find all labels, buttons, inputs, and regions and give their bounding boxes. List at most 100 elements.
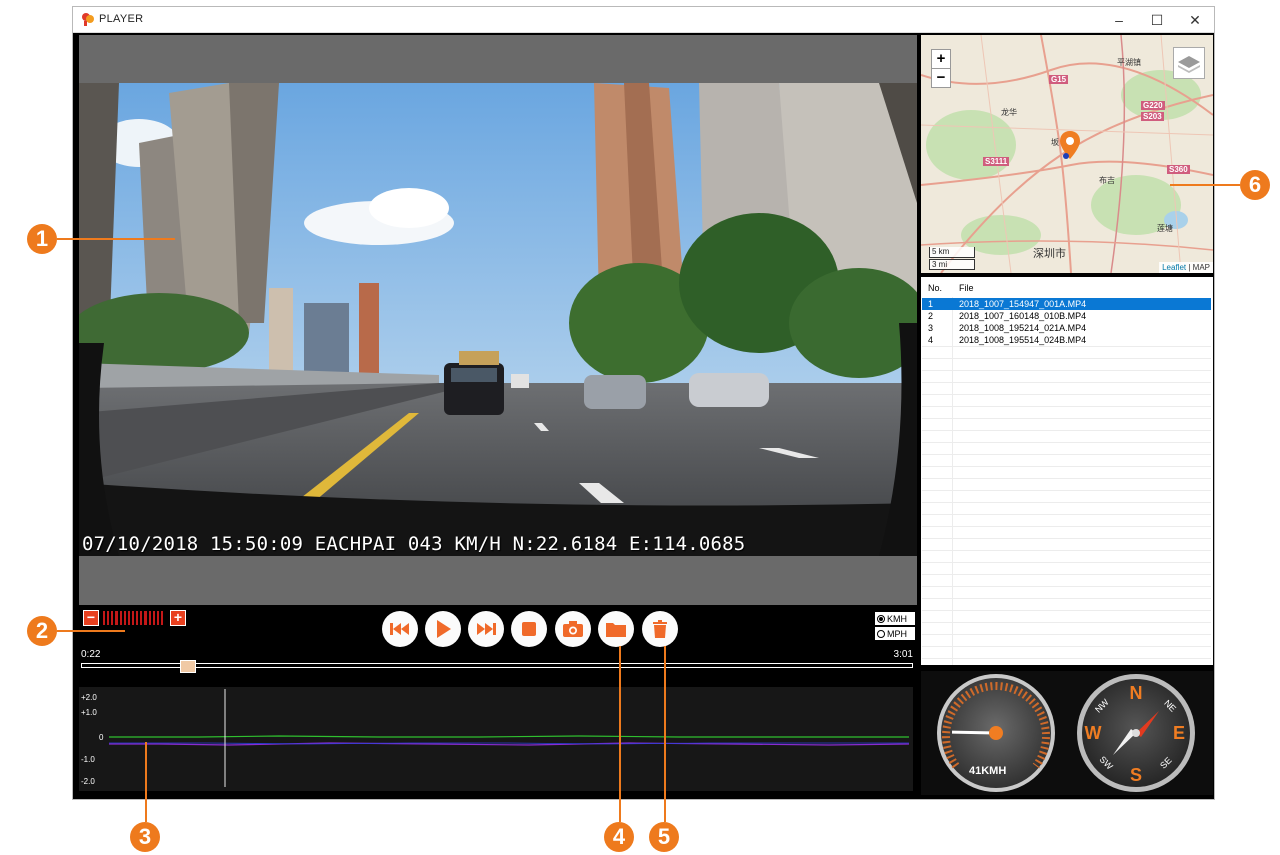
file-list-gridline [922, 574, 1211, 575]
callout-4-leader [619, 646, 621, 822]
compass-e: E [1173, 723, 1185, 743]
mph-radio[interactable] [877, 629, 885, 638]
camera-icon [563, 621, 583, 637]
callout-4: 4 [604, 822, 634, 852]
column-header-file[interactable]: File [959, 283, 974, 293]
volume-down-button[interactable]: − [83, 610, 99, 626]
callout-6: 6 [1240, 170, 1270, 200]
map-layers-button[interactable] [1173, 47, 1205, 79]
gsensor-series-x [109, 735, 909, 738]
seek-bar[interactable] [81, 660, 913, 673]
map-attribution-text: MAP [1192, 263, 1210, 272]
unit-mph-option[interactable]: MPH [875, 627, 915, 640]
volume-slider[interactable] [103, 611, 164, 625]
unit-kmh-label: KMH [887, 613, 907, 624]
compass-n: N [1130, 683, 1143, 703]
file-list-gridline [922, 538, 1211, 539]
file-list-gridline [922, 382, 1211, 383]
callout-2: 2 [27, 616, 57, 646]
file-list-gridline [922, 394, 1211, 395]
file-list-gridline [922, 658, 1211, 659]
video-timestamp-overlay: 07/10/2018 15:50:09 EACHPAI 043 KM/H N:2… [82, 533, 746, 555]
unit-mph-label: MPH [887, 628, 907, 639]
stop-icon [522, 622, 536, 636]
close-button[interactable]: ✕ [1176, 7, 1214, 33]
stop-button[interactable] [511, 611, 547, 647]
map-place-label: 龙华 [1001, 108, 1017, 117]
file-row-no: 2 [928, 311, 934, 321]
file-list-gridline [922, 646, 1211, 647]
map-zoom-in-button[interactable]: + [931, 49, 951, 69]
next-button[interactable] [468, 611, 504, 647]
map-road-tag: G220 [1141, 101, 1165, 110]
playback-controls: − + KMH MPH 0:22 3:01 [79, 605, 917, 675]
kmh-radio[interactable] [877, 614, 885, 623]
seek-thumb[interactable] [179, 660, 196, 673]
file-list-gridline [922, 418, 1211, 419]
map-scale-mi: 3 mi [929, 259, 975, 270]
map-scale-km: 5 km [929, 247, 975, 258]
volume-up-button[interactable]: + [170, 610, 186, 626]
current-time: 0:22 [81, 649, 101, 660]
unit-kmh-option[interactable]: KMH [875, 612, 915, 625]
map-place-label: 坂 [1051, 138, 1059, 147]
file-list-gridline [922, 466, 1211, 467]
previous-button[interactable] [382, 611, 418, 647]
file-row-no: 4 [928, 335, 934, 345]
location-marker-icon[interactable] [1059, 131, 1081, 161]
file-list-gridline [922, 478, 1211, 479]
gauge-panel: 41KMH N E S W NE SE SW NW [921, 671, 1213, 795]
file-row-name: 2018_1007_160148_010B.MP4 [959, 311, 1087, 321]
map-road-tag: G15 [1049, 75, 1069, 84]
file-list-gridline [922, 358, 1211, 359]
file-row[interactable]: 2 2018_1007_160148_010B.MP4 [922, 310, 1211, 322]
player-window: PLAYER – ☐ ✕ 07/10/2018 15:50:09 EACHPAI… [72, 6, 1215, 800]
file-row[interactable]: 4 2018_1008_195514_024B.MP4 [922, 334, 1211, 346]
callout-5: 5 [649, 822, 679, 852]
gps-map[interactable]: G15 G220 S203 S3111 S360 平湖镇 龙华 坂 布吉 莲塘 … [921, 35, 1213, 273]
gsensor-series-z [109, 742, 909, 745]
callout-6-leader [1170, 184, 1240, 186]
file-row-name: 2018_1008_195214_021A.MP4 [959, 323, 1087, 333]
compass-w: W [1085, 723, 1102, 743]
maximize-button[interactable]: ☐ [1138, 7, 1176, 33]
file-list-gridline [922, 634, 1211, 635]
callout-5-leader [664, 646, 666, 822]
minimize-button[interactable]: – [1100, 7, 1138, 33]
map-zoom-out-button[interactable]: − [931, 68, 951, 88]
video-panel[interactable]: 07/10/2018 15:50:09 EACHPAI 043 KM/H N:2… [79, 35, 917, 605]
file-row[interactable]: 1 2018_1007_154947_001A.MP4 [922, 298, 1211, 310]
gsensor-graph[interactable]: +2.0 +1.0 0 -1.0 -2.0 [79, 687, 913, 791]
folder-icon [606, 623, 626, 637]
file-list-header: No. File [921, 277, 1213, 297]
total-time: 3:01 [893, 649, 913, 660]
map-place-label: 平湖镇 [1117, 58, 1141, 67]
file-list-gridline [922, 346, 1211, 347]
file-list-gridline [922, 586, 1211, 587]
skip-next-icon [477, 623, 496, 635]
file-list[interactable]: No. File 1 2018_1007_154947_001A.MP4 2 2… [921, 277, 1213, 665]
map-road-tag: S3111 [983, 157, 1010, 166]
map-place-label: 布吉 [1099, 176, 1115, 185]
dashcam-video-image [79, 83, 917, 556]
file-list-gridline [922, 454, 1211, 455]
play-button[interactable] [425, 611, 461, 647]
skip-previous-icon [390, 623, 409, 635]
file-row-no: 3 [928, 323, 934, 333]
map-road-tag: S203 [1141, 112, 1164, 121]
delete-button[interactable] [642, 611, 678, 647]
file-list-gridline [922, 514, 1211, 515]
file-row[interactable]: 3 2018_1008_195214_021A.MP4 [922, 322, 1211, 334]
file-list-gridline [922, 562, 1211, 563]
snapshot-button[interactable] [555, 611, 591, 647]
column-header-no[interactable]: No. [928, 283, 942, 293]
open-folder-button[interactable] [598, 611, 634, 647]
video-frame[interactable]: 07/10/2018 15:50:09 EACHPAI 043 KM/H N:2… [79, 83, 917, 556]
file-list-gridline [922, 610, 1211, 611]
file-row-no: 1 [928, 299, 934, 309]
trash-icon [653, 620, 667, 638]
file-row-name: 2018_1008_195514_024B.MP4 [959, 335, 1087, 345]
callout-2-leader [57, 630, 125, 632]
leaflet-link[interactable]: Leaflet [1162, 263, 1186, 272]
file-list-gridline [922, 370, 1211, 371]
